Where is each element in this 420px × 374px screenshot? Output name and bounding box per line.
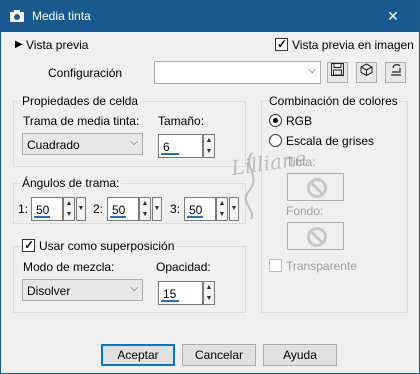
preview-in-image-label: Vista previa en imagen — [292, 38, 414, 52]
grayscale-radio[interactable] — [269, 134, 282, 147]
arrow-up-icon[interactable]: ▲ — [64, 198, 74, 209]
angle-3-level-bar — [187, 216, 203, 218]
ink-label: Tinta: — [286, 155, 316, 169]
color-combination-group — [261, 101, 408, 313]
ink-color-swatch[interactable] — [287, 173, 344, 201]
angle-1-spinner[interactable]: 50 ▲ ▼ ▼ — [31, 197, 87, 221]
window-title: Media tinta — [32, 9, 91, 23]
reset-icon — [390, 64, 401, 76]
angle-2-step-buttons[interactable]: ▲ ▼ — [139, 197, 151, 221]
angle-3-input[interactable]: 50 — [184, 197, 216, 221]
arrow-up-icon[interactable]: ▲ — [217, 198, 227, 209]
cell-properties-title: Propiedades de celda — [20, 94, 141, 108]
preview-in-image-checkbox[interactable]: ✓ — [275, 37, 288, 51]
angle-3-step-buttons[interactable]: ▲ ▼ — [216, 197, 228, 221]
size-step-buttons[interactable]: ▲ ▼ — [203, 134, 215, 158]
reset-config-button[interactable] — [385, 62, 406, 83]
opacity-input[interactable]: 15 — [158, 281, 203, 305]
rgb-label: RGB — [286, 114, 313, 128]
angle-3-spinner[interactable]: 50 ▲ ▼ ▼ — [184, 197, 240, 221]
angle-2-label: 2: — [93, 202, 104, 216]
size-spinner[interactable]: 6 ▲ ▼ — [158, 134, 216, 158]
angle-3-value: 50 — [189, 203, 203, 217]
arrow-up-icon[interactable]: ▲ — [204, 135, 214, 146]
no-color-icon — [307, 178, 327, 198]
opacity-label: Opacidad: — [156, 260, 211, 274]
size-input[interactable]: 6 — [158, 134, 203, 158]
angle-1-level-bar — [34, 216, 50, 218]
chevron-down-icon: ⌵ — [130, 137, 138, 148]
angle-1-input[interactable]: 50 — [31, 197, 63, 221]
arrow-down-icon[interactable]: ▼ — [204, 293, 214, 304]
use-overlay-label: Usar como superposición — [37, 239, 177, 253]
angle-1-value: 50 — [36, 203, 50, 217]
grayscale-label: Escala de grises — [286, 134, 375, 148]
arrow-up-icon[interactable]: ▲ — [140, 198, 150, 209]
close-button[interactable]: ✕ — [381, 7, 405, 25]
blend-mode-value: Disolver — [27, 284, 71, 298]
pattern-dropdown[interactable]: Cuadrado ⌵ — [22, 133, 143, 155]
cancel-button[interactable]: Cancelar — [182, 344, 256, 366]
rgb-radio[interactable] — [269, 114, 282, 127]
transparent-label: Transparente — [286, 259, 357, 273]
color-combination-title: Combinación de colores — [267, 94, 400, 108]
help-button[interactable]: Ayuda — [263, 344, 337, 366]
angle-2-value: 50 — [112, 203, 126, 217]
checkmark-icon: ✓ — [277, 37, 288, 51]
arrow-down-icon[interactable]: ▼ — [64, 209, 74, 220]
size-level-bar — [161, 153, 179, 155]
angle-1-label: 1: — [18, 202, 29, 216]
angle-2-dropdown[interactable]: ▼ — [152, 197, 162, 221]
transparent-checkbox[interactable] — [269, 259, 282, 272]
save-config-button[interactable] — [327, 62, 348, 83]
pattern-label: Trama de media tinta: — [23, 114, 140, 128]
blend-mode-dropdown[interactable]: Disolver ⌵ — [22, 279, 143, 301]
title-bar: Media tinta ✕ — [1, 1, 419, 32]
chevron-down-icon: ⌵ — [130, 283, 138, 294]
chevron-down-icon: ⌵ — [308, 65, 316, 76]
size-value: 6 — [163, 140, 170, 154]
arrow-down-icon[interactable]: ▼ — [204, 146, 214, 157]
arrow-down-icon[interactable]: ▼ — [217, 209, 227, 220]
angle-1-step-buttons[interactable]: ▲ ▼ — [63, 197, 75, 221]
angles-title: Ángulos de trama: — [20, 176, 122, 190]
opacity-step-buttons[interactable]: ▲ ▼ — [203, 281, 215, 305]
arrow-up-icon[interactable]: ▲ — [204, 282, 214, 293]
watermark-flourish — [244, 152, 255, 220]
dialog-window: Media tinta ✕ ▶ Vista previa ✓ Vista pre… — [0, 0, 420, 374]
config-label: Configuración — [48, 66, 123, 80]
checkmark-icon: ✓ — [24, 238, 35, 252]
blend-mode-label: Modo de mezcla: — [23, 260, 115, 274]
ok-button[interactable]: Aceptar — [101, 344, 175, 366]
opacity-value: 15 — [163, 287, 177, 301]
pattern-value: Cuadrado — [27, 138, 80, 152]
opacity-spinner[interactable]: 15 ▲ ▼ — [158, 281, 216, 305]
size-label: Tamaño: — [158, 114, 205, 128]
random-config-button[interactable] — [356, 62, 377, 83]
dice-icon — [360, 63, 373, 77]
opacity-level-bar — [161, 300, 179, 302]
no-color-icon — [307, 227, 327, 247]
background-color-swatch[interactable] — [287, 222, 344, 250]
use-overlay-checkbox[interactable]: ✓ — [22, 238, 35, 252]
floppy-disk-icon — [331, 63, 344, 76]
angle-2-input[interactable]: 50 — [107, 197, 139, 221]
angle-1-dropdown[interactable]: ▼ — [76, 197, 86, 221]
arrow-down-icon[interactable]: ▼ — [140, 209, 150, 220]
angle-3-label: 3: — [170, 202, 181, 216]
angle-2-level-bar — [110, 216, 126, 218]
config-dropdown[interactable]: ⌵ — [154, 61, 321, 84]
expand-triangle-icon[interactable]: ▶ — [15, 39, 23, 50]
background-label: Fondo: — [286, 204, 324, 218]
camera-icon — [10, 10, 24, 22]
angle-2-spinner[interactable]: 50 ▲ ▼ ▼ — [107, 197, 163, 221]
preview-toggle[interactable]: Vista previa — [26, 38, 88, 52]
